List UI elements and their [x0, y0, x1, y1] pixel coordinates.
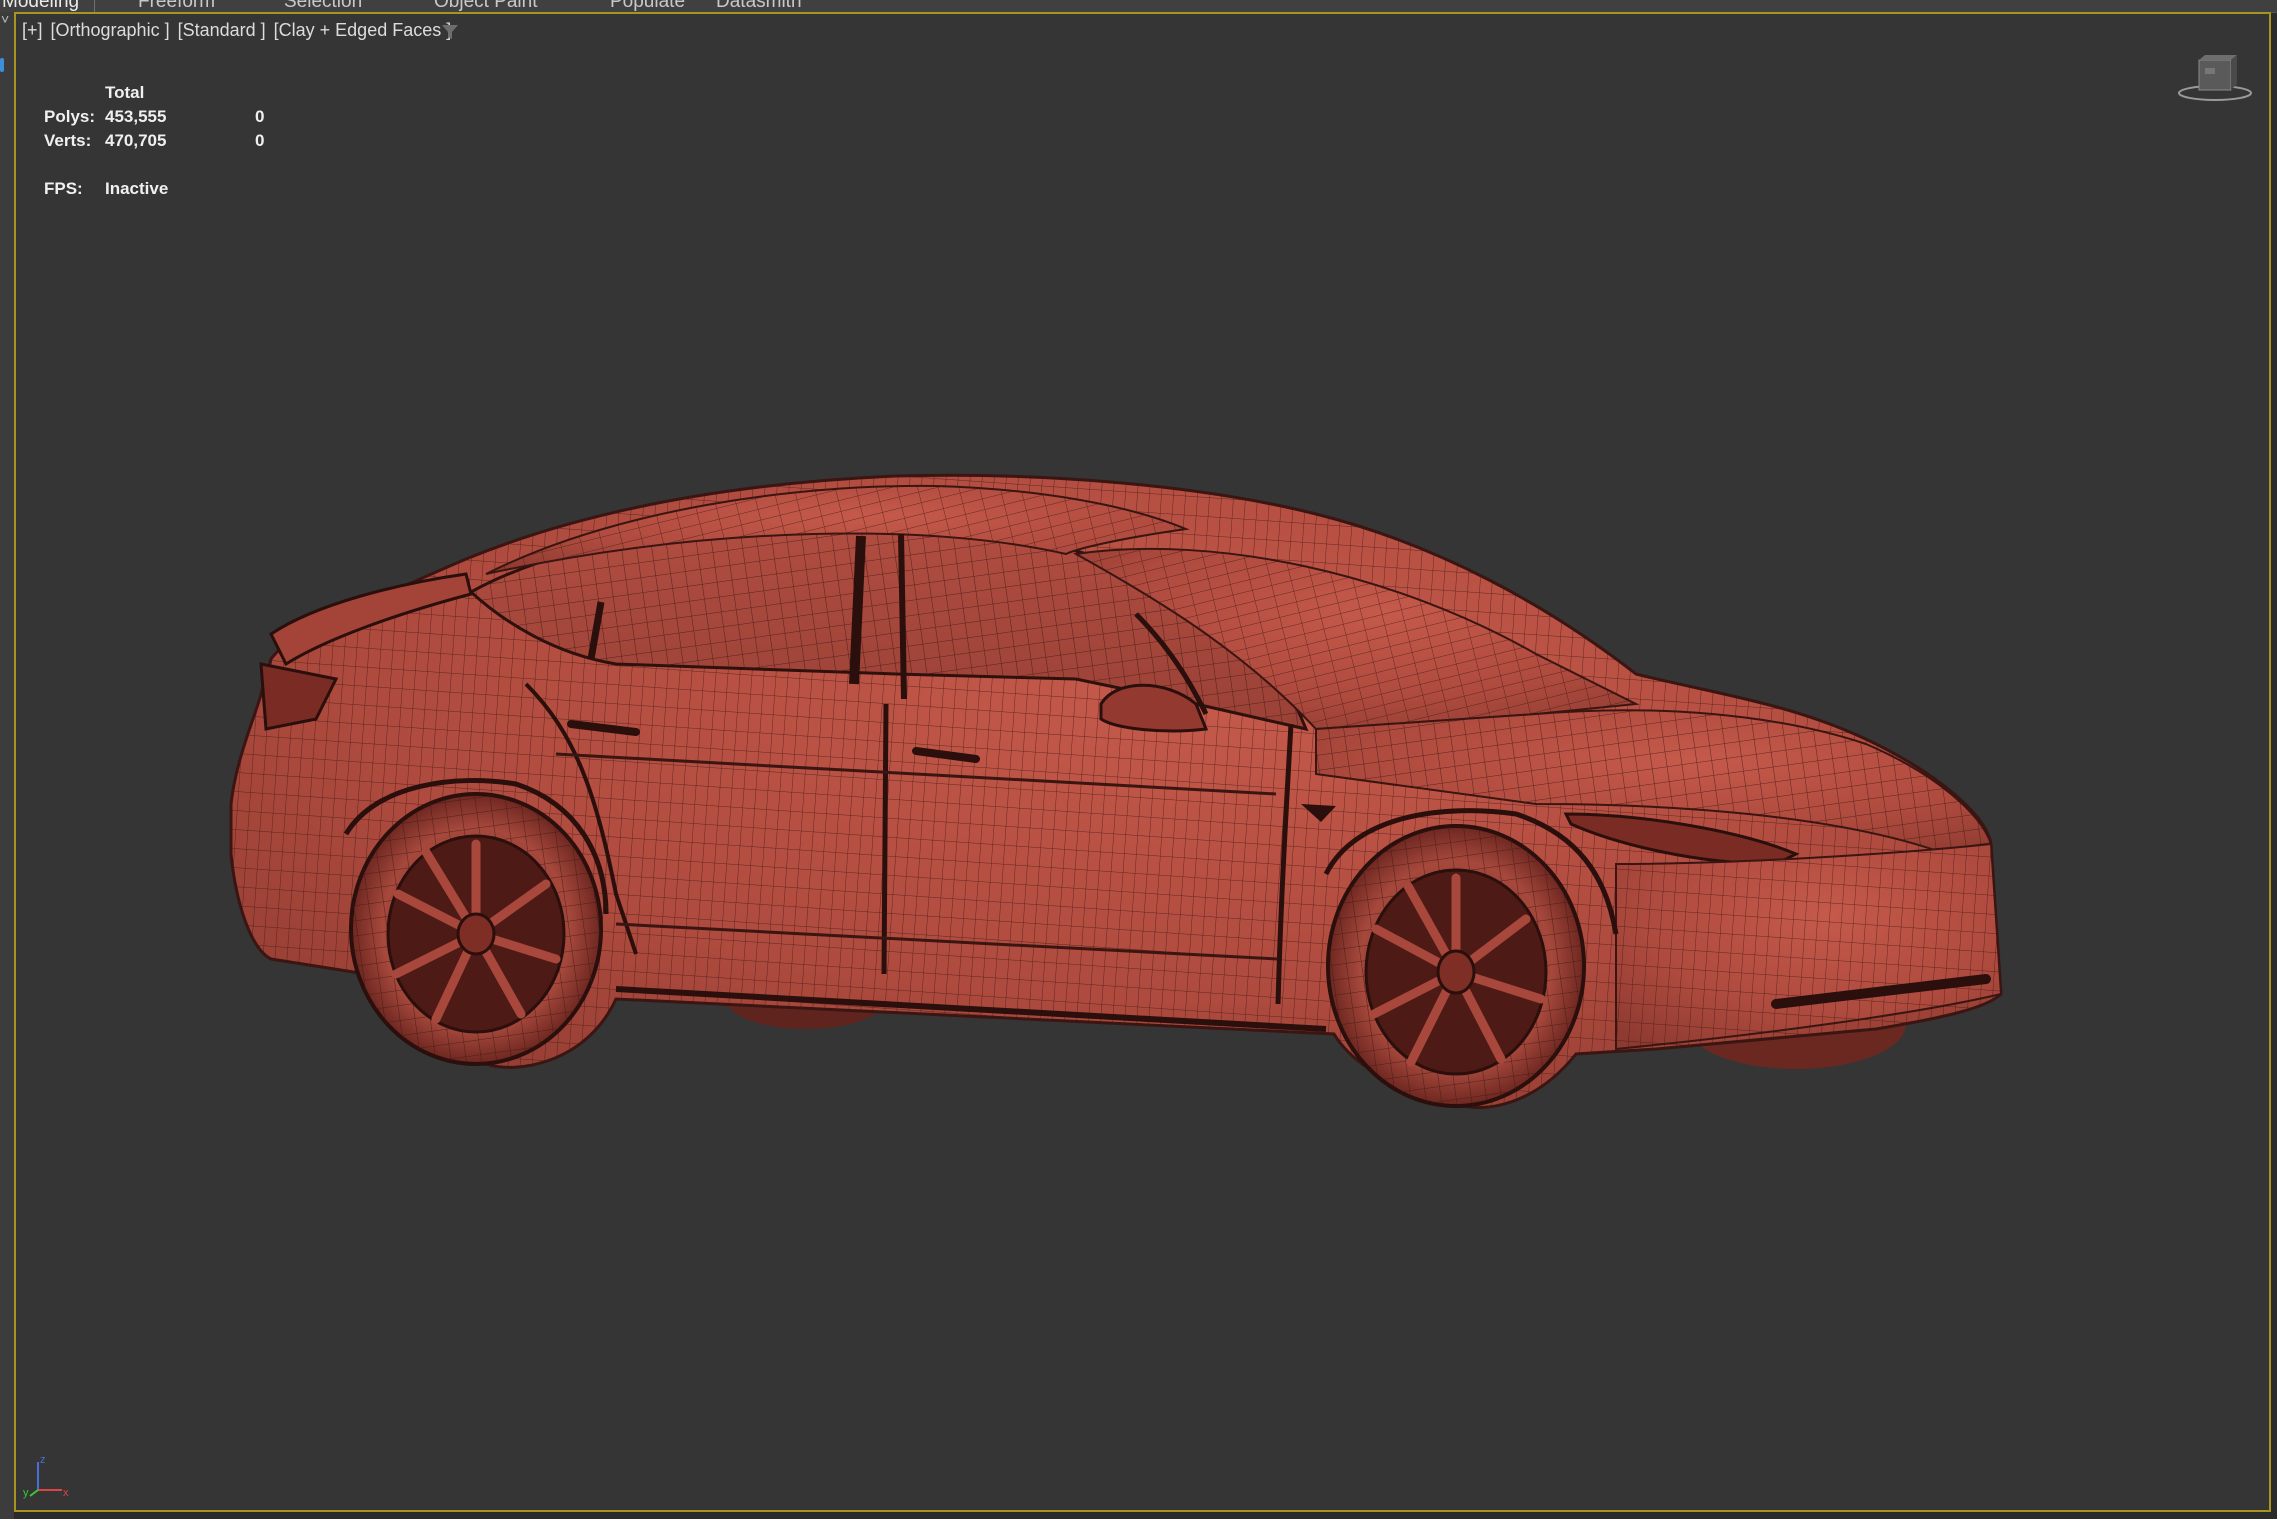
verts-selected: 0	[255, 131, 265, 150]
tab-populate[interactable]: Populate	[610, 0, 685, 12]
axis-tripod-icon: z x y	[23, 1454, 69, 1499]
expand-arrow-icon[interactable]: ˅	[1, 12, 9, 26]
stats-header: Total	[105, 83, 145, 102]
verts-total: 470,705	[105, 131, 167, 150]
viewport-general-menu[interactable]: [+]	[22, 20, 43, 40]
filter-icon[interactable]	[441, 23, 459, 41]
axis-x-label: x	[63, 1487, 69, 1499]
polys-total: 453,555	[105, 107, 167, 126]
viewport-projection-menu[interactable]: [Orthographic ]	[51, 20, 170, 40]
rear-wheel	[349, 792, 603, 1066]
polys-label: Polys:	[44, 107, 96, 126]
tab-object-paint[interactable]: Object Paint	[434, 0, 538, 12]
perspective-viewport[interactable]: [+] [Orthographic ] [Standard ] [Clay + Edg…	[14, 12, 2271, 1512]
tab-modeling[interactable]: Modeling	[2, 0, 79, 12]
verts-label: Verts:	[44, 131, 92, 150]
car-mesh-model[interactable]	[16, 14, 2269, 1510]
axis-z-label: z	[40, 1454, 46, 1466]
fps-value: Inactive	[105, 179, 169, 198]
tab-separator	[94, 0, 95, 12]
front-wheel	[1326, 824, 1586, 1108]
viewcube-icon[interactable]	[2175, 50, 2255, 110]
tab-datasmith[interactable]: Datasmith	[716, 0, 802, 12]
active-indicator	[0, 58, 4, 72]
viewport-shading-menu[interactable]: [Standard ]	[178, 20, 266, 40]
fps-label: FPS:	[44, 179, 83, 198]
axis-y-label: y	[23, 1487, 29, 1499]
viewport-label-menu: [+] [Orthographic ] [Standard ] [Clay + Edg…	[22, 20, 459, 41]
tab-selection[interactable]: Selection	[284, 0, 362, 12]
polys-selected: 0	[255, 107, 265, 126]
left-toolbar-strip: ˅	[0, 12, 14, 1519]
tab-freeform[interactable]: Freeform	[138, 0, 215, 12]
viewport-render-style-menu[interactable]: [Clay + Edged Faces ]	[274, 20, 452, 40]
